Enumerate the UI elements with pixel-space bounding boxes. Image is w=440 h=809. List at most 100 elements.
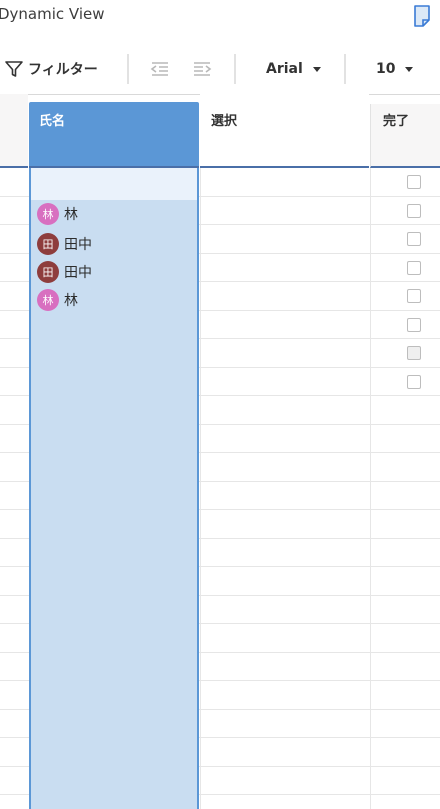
toolbar: フィルター Arial 10 xyxy=(0,44,440,95)
row-number-cell[interactable] xyxy=(0,453,28,481)
row-number-cell[interactable] xyxy=(0,254,28,282)
done-cell[interactable] xyxy=(370,709,440,737)
row-number-cell[interactable] xyxy=(0,624,28,652)
done-checkbox[interactable] xyxy=(407,374,421,389)
avatar: 田 xyxy=(37,233,59,255)
done-cell[interactable] xyxy=(370,282,440,310)
select-cell[interactable] xyxy=(200,396,370,424)
select-cell[interactable] xyxy=(200,310,370,338)
select-cell[interactable] xyxy=(200,709,370,737)
name-cell-person[interactable]: 田田中 xyxy=(37,260,92,284)
row-number-cell[interactable] xyxy=(0,339,28,367)
done-checkbox[interactable] xyxy=(407,289,421,303)
name-column-selected[interactable]: 林林田田中田田中林林 xyxy=(29,168,199,809)
select-cell[interactable] xyxy=(200,339,370,367)
done-checkbox[interactable] xyxy=(407,346,421,360)
outdent-icon[interactable] xyxy=(150,59,170,79)
done-cell[interactable] xyxy=(370,396,440,424)
done-checkbox[interactable] xyxy=(407,203,421,218)
select-cell[interactable] xyxy=(200,681,370,709)
done-cell[interactable] xyxy=(370,538,440,566)
name-cell-person[interactable]: 田田中 xyxy=(37,232,92,256)
select-cell[interactable] xyxy=(200,595,370,623)
select-cell[interactable] xyxy=(200,567,370,595)
filter-button[interactable]: フィルター xyxy=(4,58,98,80)
row-number-cell[interactable] xyxy=(0,681,28,709)
row-number-cell[interactable] xyxy=(0,197,28,225)
row-number-cell[interactable] xyxy=(0,425,28,453)
select-cell[interactable] xyxy=(200,453,370,481)
row-number-cell[interactable] xyxy=(0,482,28,510)
done-cell[interactable] xyxy=(370,481,440,509)
document-icon[interactable] xyxy=(413,5,431,27)
done-cell[interactable] xyxy=(370,510,440,538)
done-cell[interactable] xyxy=(370,595,440,623)
done-cell[interactable] xyxy=(370,766,440,794)
row-number-cell[interactable] xyxy=(0,653,28,681)
select-cell[interactable] xyxy=(200,168,370,196)
name-cell-person[interactable]: 林林 xyxy=(37,202,78,226)
column-header-name[interactable]: 氏名 xyxy=(29,102,199,168)
row-number-cell[interactable] xyxy=(0,567,28,595)
done-cell[interactable] xyxy=(370,424,440,452)
select-cell[interactable] xyxy=(200,538,370,566)
row-number-cell[interactable] xyxy=(0,539,28,567)
row-number-cell[interactable] xyxy=(0,396,28,424)
done-cell[interactable] xyxy=(370,652,440,680)
select-cell[interactable] xyxy=(200,738,370,766)
font-family-dropdown[interactable]: Arial xyxy=(266,58,321,80)
font-size-value: 10 xyxy=(376,61,396,77)
done-cell[interactable] xyxy=(370,196,440,224)
row-number-cell[interactable] xyxy=(0,225,28,253)
toolbar-divider xyxy=(234,54,236,84)
column-header-select[interactable]: 選択 xyxy=(200,94,369,168)
indent-icon[interactable] xyxy=(192,59,212,79)
done-checkbox[interactable] xyxy=(407,232,421,246)
column-header-label: 選択 xyxy=(211,114,238,129)
done-cell[interactable] xyxy=(370,453,440,481)
row-number-cell[interactable] xyxy=(0,767,28,795)
done-checkbox[interactable] xyxy=(407,175,421,189)
select-cell[interactable] xyxy=(200,282,370,310)
select-cell[interactable] xyxy=(200,795,370,809)
done-cell[interactable] xyxy=(370,681,440,709)
done-cell[interactable] xyxy=(370,253,440,281)
avatar: 田 xyxy=(37,261,59,283)
select-cell[interactable] xyxy=(200,367,370,395)
done-cell[interactable] xyxy=(370,367,440,395)
select-cell[interactable] xyxy=(200,225,370,253)
select-cell[interactable] xyxy=(200,481,370,509)
font-size-dropdown[interactable]: 10 xyxy=(376,58,414,80)
row-number-cell[interactable] xyxy=(0,738,28,766)
name-cell-person[interactable]: 林林 xyxy=(37,288,78,312)
column-header-done[interactable]: 完了 xyxy=(370,104,440,168)
done-checkbox[interactable] xyxy=(407,317,421,332)
select-cell[interactable] xyxy=(200,624,370,652)
name-cell-active[interactable] xyxy=(31,168,197,201)
done-cell[interactable] xyxy=(370,168,440,196)
done-cell[interactable] xyxy=(370,795,440,809)
data-grid: 氏名 選択 完了 林林田田中田田中林林 xyxy=(0,94,440,809)
row-number-cell[interactable] xyxy=(0,710,28,738)
row-number-cell[interactable] xyxy=(0,368,28,396)
done-cell[interactable] xyxy=(370,225,440,253)
row-number-cell[interactable] xyxy=(0,596,28,624)
select-cell[interactable] xyxy=(200,510,370,538)
select-cell[interactable] xyxy=(200,196,370,224)
row-number-cell[interactable] xyxy=(0,510,28,538)
done-cell[interactable] xyxy=(370,738,440,766)
select-cell[interactable] xyxy=(200,652,370,680)
filter-icon xyxy=(5,61,23,77)
row-number-cell[interactable] xyxy=(0,311,28,339)
select-cell[interactable] xyxy=(200,424,370,452)
select-cell[interactable] xyxy=(200,766,370,794)
done-cell[interactable] xyxy=(370,310,440,338)
done-checkbox[interactable] xyxy=(407,260,421,275)
row-number-cell[interactable] xyxy=(0,795,28,809)
row-number-cell[interactable] xyxy=(0,282,28,310)
select-cell[interactable] xyxy=(200,253,370,281)
row-number-cell[interactable] xyxy=(0,168,28,196)
done-cell[interactable] xyxy=(370,339,440,367)
done-cell[interactable] xyxy=(370,567,440,595)
done-cell[interactable] xyxy=(370,624,440,652)
